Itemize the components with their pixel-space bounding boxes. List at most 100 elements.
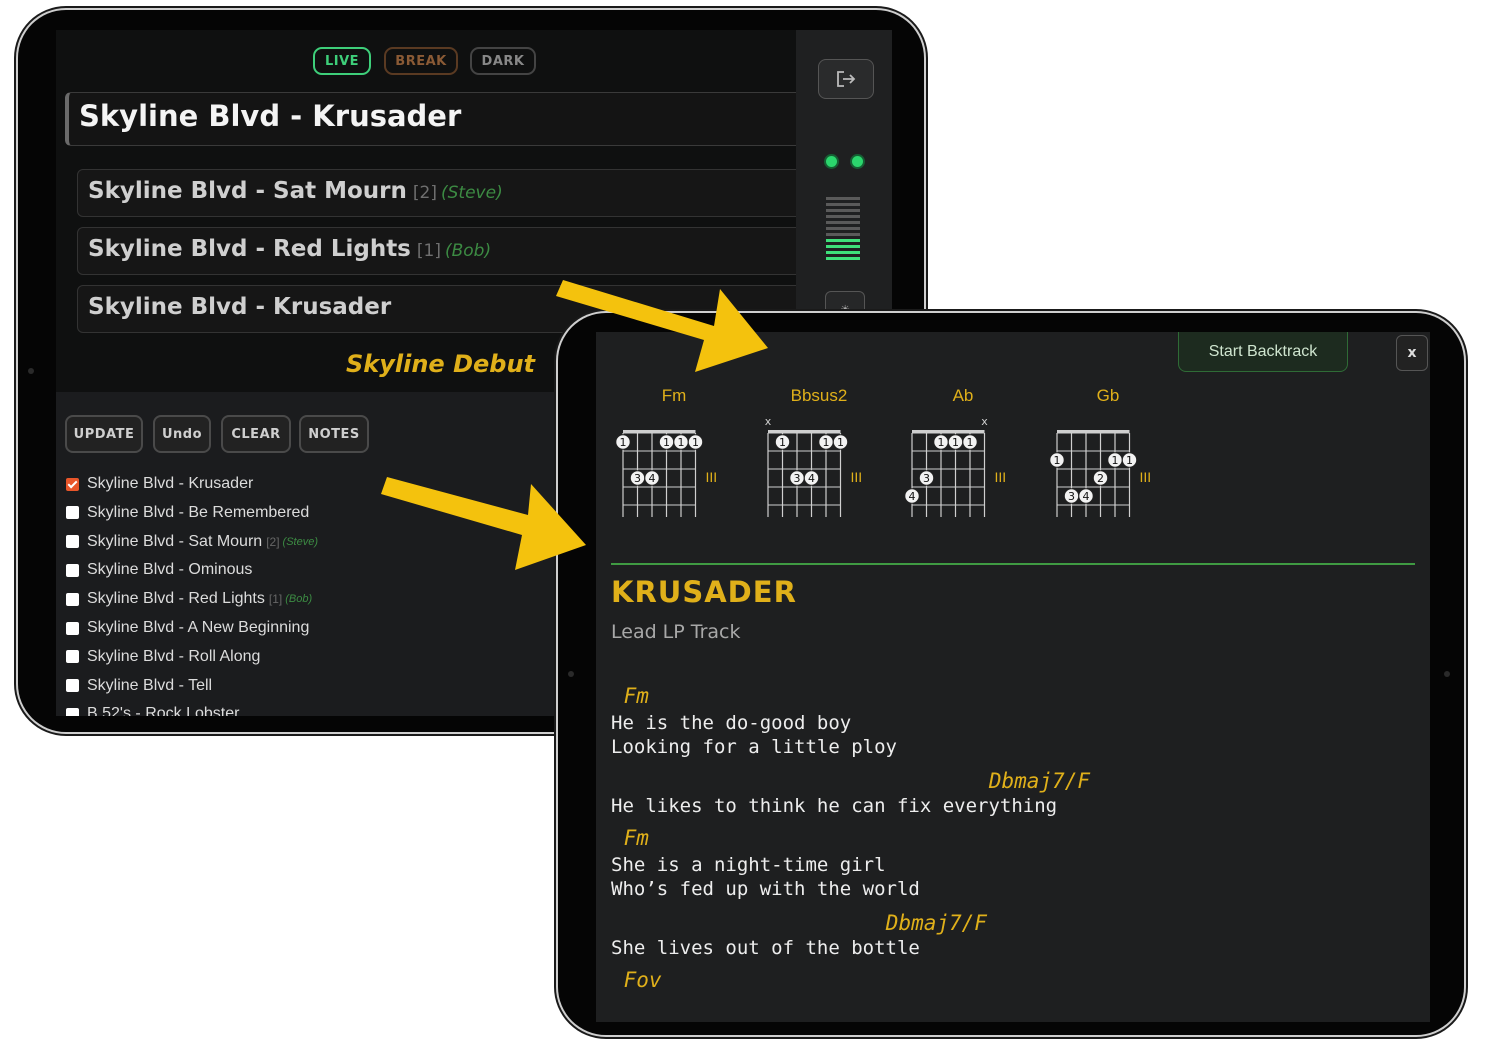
finger-number: 3	[794, 472, 801, 485]
chord-diagram: 1 1 123 4III	[1049, 430, 1152, 517]
song-list-item[interactable]: Skyline Blvd - Roll Along	[66, 646, 260, 668]
lyric-line: He likes to think he can fix everything	[611, 795, 1058, 817]
exit-icon	[837, 71, 856, 87]
mode-live-button[interactable]: LIVE	[313, 47, 371, 75]
finger-number: 4	[808, 472, 815, 485]
finger-number: 3	[1068, 490, 1075, 503]
fret-position-label: III	[995, 469, 1007, 485]
song-list-item[interactable]: Skyline Blvd - Be Remembered	[66, 502, 309, 524]
finger-number: 1	[1054, 454, 1061, 467]
queue-item-title: Skyline Blvd - Sat Mourn	[88, 178, 407, 204]
close-button[interactable]: x	[1396, 335, 1428, 371]
finger-number: 1	[678, 436, 685, 449]
meter-bar	[826, 245, 860, 248]
clear-button[interactable]: CLEAR	[221, 415, 291, 453]
meter-bar	[826, 221, 860, 224]
lyric-line: She is a night-time girl	[611, 854, 886, 876]
status-led	[826, 156, 837, 167]
muted-string-marker: x	[981, 417, 988, 428]
meter-bar	[826, 215, 860, 218]
mode-break-button[interactable]: BREAK	[384, 47, 458, 75]
queue-item[interactable]: Skyline Blvd - Red Lights [1] (Bob)	[77, 227, 807, 275]
chord-name: Ab	[952, 386, 974, 405]
queue-item-requester: (Steve)	[441, 183, 503, 203]
meter-bar	[826, 251, 860, 254]
song-checkbox[interactable]	[66, 535, 79, 549]
queue-item-requester: (Bob)	[444, 241, 492, 261]
song-label: Skyline Blvd - Ominous	[87, 561, 253, 579]
finger-number: 1	[1126, 454, 1133, 467]
song-label: B 52's - Rock Lobster	[87, 705, 240, 716]
song-label: Skyline Blvd - Tell	[87, 676, 213, 694]
chord-line: Dbmaj7/F	[885, 911, 987, 935]
mode-dark-button[interactable]: DARK	[470, 47, 536, 75]
front-tablet: Start Backtrack x Fm 1 1 1 1 3 4 III Bbsus2 x 1 1 1 3…	[558, 313, 1464, 1035]
fret-position-label: III	[706, 469, 718, 485]
chord-name: Bbsus2	[790, 386, 848, 405]
lyric-line: She lives out of the bottle	[611, 937, 920, 959]
song-list-item[interactable]: Skyline Blvd - Ominous	[66, 559, 252, 581]
setlist-name: Skyline Debut	[346, 350, 535, 378]
finger-number: 1	[620, 436, 627, 449]
song-label: Skyline Blvd - Roll Along	[87, 647, 261, 665]
undo-button[interactable]: Undo	[153, 415, 211, 453]
fret-position-label: III	[851, 469, 863, 485]
song-checkbox[interactable]	[66, 650, 79, 664]
muted-string-marker: x	[765, 417, 772, 428]
song-list-item[interactable]: B 52's - Rock Lobster	[66, 703, 239, 716]
meter-bar	[826, 203, 860, 206]
song-request-count: [1]	[268, 592, 283, 607]
bezel-dot	[28, 368, 34, 374]
notes-button[interactable]: NOTES	[299, 415, 369, 453]
finger-number: 2	[1097, 472, 1104, 485]
meter-bar	[826, 233, 860, 236]
finger-number: 1	[779, 436, 786, 449]
update-button[interactable]: UPDATE	[65, 415, 143, 453]
chord-diagram: x11134III	[904, 417, 1007, 517]
song-label: Skyline Blvd - A New Beginning	[87, 619, 310, 636]
finger-number: 4	[909, 490, 916, 503]
finger-number: 3	[923, 472, 930, 485]
chord-name: Gb	[1096, 386, 1120, 405]
song-checkbox[interactable]	[66, 477, 79, 491]
song-list-item[interactable]: Skyline Blvd - Sat Mourn [2] (Steve)	[66, 531, 318, 553]
chord-line: Fm	[611, 684, 649, 708]
chord-name: Fm	[661, 386, 687, 405]
song-sheet-screen: Start Backtrack x Fm 1 1 1 1 3 4 III Bbsus2 x 1 1 1 3…	[596, 332, 1430, 1022]
song-checkbox[interactable]	[66, 592, 79, 606]
song-checkbox[interactable]	[66, 506, 79, 520]
finger-number: 1	[823, 436, 830, 449]
lyric-line: Who’s fed up with the world	[611, 878, 920, 900]
fret-position-label: III	[1140, 469, 1152, 485]
finger-number: 1	[967, 436, 974, 449]
finger-number: 1	[938, 436, 945, 449]
divider	[611, 563, 1415, 565]
status-led	[852, 156, 863, 167]
meter-bar	[826, 227, 860, 230]
start-backtrack-button[interactable]: Start Backtrack	[1178, 332, 1348, 372]
chord-line: Fov	[611, 968, 662, 992]
song-list-item[interactable]: Skyline Blvd - Red Lights [1] (Bob)	[66, 588, 312, 610]
song-checkbox[interactable]	[66, 621, 79, 635]
meter-bar	[826, 209, 860, 212]
finger-number: 1	[1112, 454, 1119, 467]
song-list-item[interactable]: Skyline Blvd - A New Beginning	[66, 617, 309, 639]
finger-number: 1	[663, 436, 670, 449]
song-request-count: [2]	[266, 534, 280, 549]
chord-diagram: x11134III	[765, 417, 863, 517]
finger-number: 1	[692, 436, 699, 449]
queue-item[interactable]: Skyline Blvd - Sat Mourn [2] (Steve)	[77, 169, 807, 217]
song-list-item[interactable]: Skyline Blvd - Tell	[66, 675, 212, 697]
queue-item-count: [1]	[416, 241, 441, 261]
song-label: Skyline Blvd - Krusader	[87, 475, 254, 492]
lyric-line: He is the do-good boy	[611, 712, 852, 734]
queue-item-count: [2]	[412, 183, 437, 203]
song-list-item[interactable]: Skyline Blvd - Krusader	[66, 473, 253, 495]
bezel-dot	[568, 671, 574, 677]
song-checkbox[interactable]	[66, 707, 79, 716]
song-label: Skyline Blvd - Be Remembered	[87, 503, 310, 521]
song-checkbox[interactable]	[66, 563, 79, 577]
exit-button[interactable]	[818, 59, 874, 99]
song-checkbox[interactable]	[66, 679, 79, 693]
finger-number: 4	[1083, 490, 1090, 503]
